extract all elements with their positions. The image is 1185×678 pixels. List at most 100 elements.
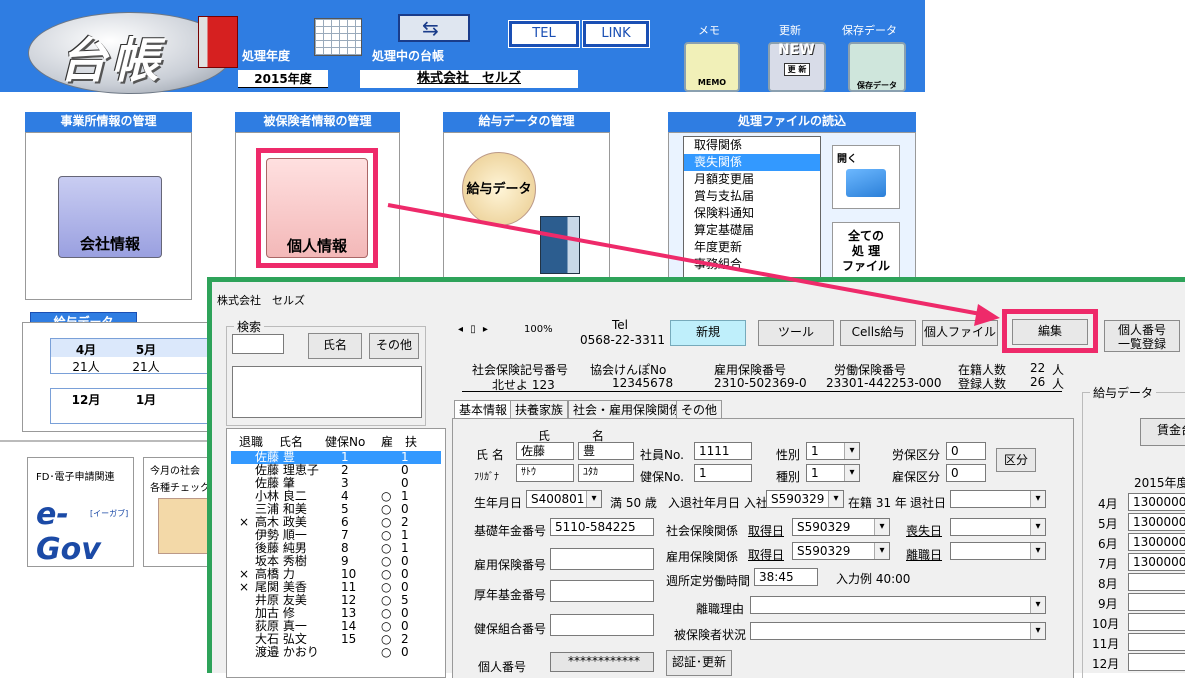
salary-data-label: 給与データ [466,182,532,197]
name-label: 氏 名 [476,448,504,462]
tab-basic[interactable]: 基本情報 [454,400,513,419]
mynumber-label: 個人番号 [478,660,527,674]
loss-select[interactable] [950,518,1046,536]
company-info-button[interactable]: 会社情報 [58,176,162,258]
edit-button[interactable]: 編集 [1012,319,1088,345]
last-name-input[interactable]: 佐藤 [516,442,574,460]
salary-month-input[interactable]: 1300000 [1128,553,1185,571]
salary-month-label: 10月 [1092,617,1120,631]
reason-select[interactable] [750,596,1046,614]
memo-label: メモ [698,24,720,37]
cells-salary-button[interactable]: Cells給与 [840,320,916,346]
mynumber-btn-line2: 一覧登録 [1117,337,1166,351]
salary-month-input[interactable]: 1300000 [1128,533,1185,551]
file-list-item[interactable]: 喪失関係 [684,154,820,171]
furigana-first-input[interactable]: ﾕﾀｶ [578,464,634,482]
retire-select[interactable] [950,490,1046,508]
tool-button[interactable]: ツール [758,320,834,346]
employee-list[interactable]: 退職 氏名 健保No 雇 扶 佐藤 豊 1 1 佐藤 理恵子 2 0 佐藤 肇 3 0 小林 良二… [226,428,446,678]
wage-ledger-button[interactable]: 賃金台 [1140,418,1185,446]
file-list-item[interactable]: 取得関係 [684,137,820,154]
mynumber-input[interactable]: ************ [550,652,654,672]
furigana-last-input[interactable]: ｻﾄｳ [516,464,574,482]
search-input[interactable] [232,334,284,354]
personal-file-button[interactable]: 個人ファイル [922,320,998,346]
checklist-icon [158,498,212,554]
rohok-label: 労保区分 [892,448,941,462]
egov-panel[interactable]: FD･電子申請関連 e-Gov [イーガブ] [27,457,134,567]
rohok-input[interactable]: 0 [946,442,986,460]
sex-select[interactable]: 1 [806,442,860,460]
all-files-button[interactable]: 全ての処 理ファイル [832,222,900,282]
employee-name: 渡邉 かおり [255,645,319,659]
file-list-item[interactable]: 算定基礎届 [684,222,820,239]
kubun-button[interactable]: 区分 [996,448,1036,472]
salary-month-input[interactable] [1128,593,1185,611]
salary-data-button[interactable]: 給与データ [462,152,536,226]
employee-row[interactable]: 渡邉 かおり ○ 0 [231,646,441,659]
new-button[interactable]: 新規 [670,320,746,346]
koyo-acquire-label: 取得日 [748,548,785,562]
employee-ret: × [239,515,250,529]
swap-ledger-button[interactable] [398,14,470,42]
open-button[interactable]: 開く [832,145,900,209]
file-type-list[interactable]: 取得関係 喪失関係 月額変更届 賞与支払届 保険料通知 算定基礎届 年度更新 事務組合 [683,136,821,280]
tab-family[interactable]: 扶養家族 [510,400,569,419]
koyo-acquire-select[interactable]: S590329 [792,542,890,560]
reason-label: 離職理由 [696,602,745,616]
tab-other[interactable]: その他 [676,400,723,419]
kenpo-input[interactable]: 1 [694,464,752,482]
status-select[interactable] [750,622,1046,640]
search-result-box[interactable] [232,366,422,418]
salary-month-input[interactable]: 1300000 [1128,513,1185,531]
file-list-item[interactable]: 保険料通知 [684,205,820,222]
birth-select[interactable]: S400801 [526,490,602,508]
first-name-input[interactable]: 豊 [578,442,634,460]
memo-icon[interactable]: MEMO [684,42,740,92]
process-year: 2015年度 [238,70,328,88]
save-data-icon[interactable]: 保存データ [848,42,906,92]
file-list-item[interactable]: 年度更新 [684,239,820,256]
all-files-line: 全ての [847,229,884,243]
salary-month-input[interactable] [1128,613,1185,631]
join-select[interactable]: S590329 [766,490,844,508]
koyo-no-input[interactable] [550,548,654,570]
file-list-item[interactable]: 賞与支払届 [684,188,820,205]
tab-insurance[interactable]: 社会・雇用保険関係 [568,400,687,419]
personal-info-button[interactable]: 個人情報 [266,158,368,258]
monthly-check-panel[interactable]: 今月の社会 各種チェック [143,457,213,567]
leave-select[interactable] [950,542,1046,560]
personal-info-label: 個人情報 [286,237,347,255]
employee-no: 15 [341,632,357,646]
auth-update-button[interactable]: 認証･更新 [666,650,732,676]
mynumber-list-button[interactable]: 個人番号 一覧登録 [1104,320,1180,352]
tel-button[interactable]: TEL [508,20,580,48]
shaho-acquire-select[interactable]: S590329 [792,518,890,536]
all-files-line: 処 理 [851,244,881,258]
file-list-item[interactable]: 月額変更届 [684,171,820,188]
weekly-input[interactable]: 38:45 [754,568,818,586]
kiso-input[interactable]: 5110-584225 [550,518,654,536]
zoom-controls[interactable]: ◂ ▯ ▸ [458,324,490,335]
salary-month-input[interactable] [1128,573,1185,591]
join-label: 入退社年月日 入社 [668,496,768,510]
kenpo-kumiai-input[interactable] [550,614,654,636]
salary-month-input[interactable] [1128,633,1185,651]
salary-month-input[interactable] [1128,653,1185,671]
link-button[interactable]: LINK [582,20,650,48]
koyok-input[interactable]: 0 [946,464,986,482]
kosei-input[interactable] [550,580,654,602]
kosei-label: 厚年基金番号 [474,588,547,602]
update-icon[interactable]: NEW 更 新 [768,42,826,92]
search-name-button[interactable]: 氏名 [308,333,362,359]
search-other-button[interactable]: その他 [369,333,419,359]
month-count: 21人 [72,360,100,374]
emp-no-input[interactable]: 1111 [694,442,752,460]
salary-panel [443,132,610,300]
calendar-icon[interactable] [314,18,362,56]
salary-month-input[interactable]: 1300000 [1128,493,1185,511]
files-section-title: 処理ファイルの読込 [668,112,916,132]
egov-label: FD･電子申請関連 [36,472,115,483]
file-list-item[interactable]: 事務組合 [684,256,820,273]
type-select[interactable]: 1 [806,464,860,482]
